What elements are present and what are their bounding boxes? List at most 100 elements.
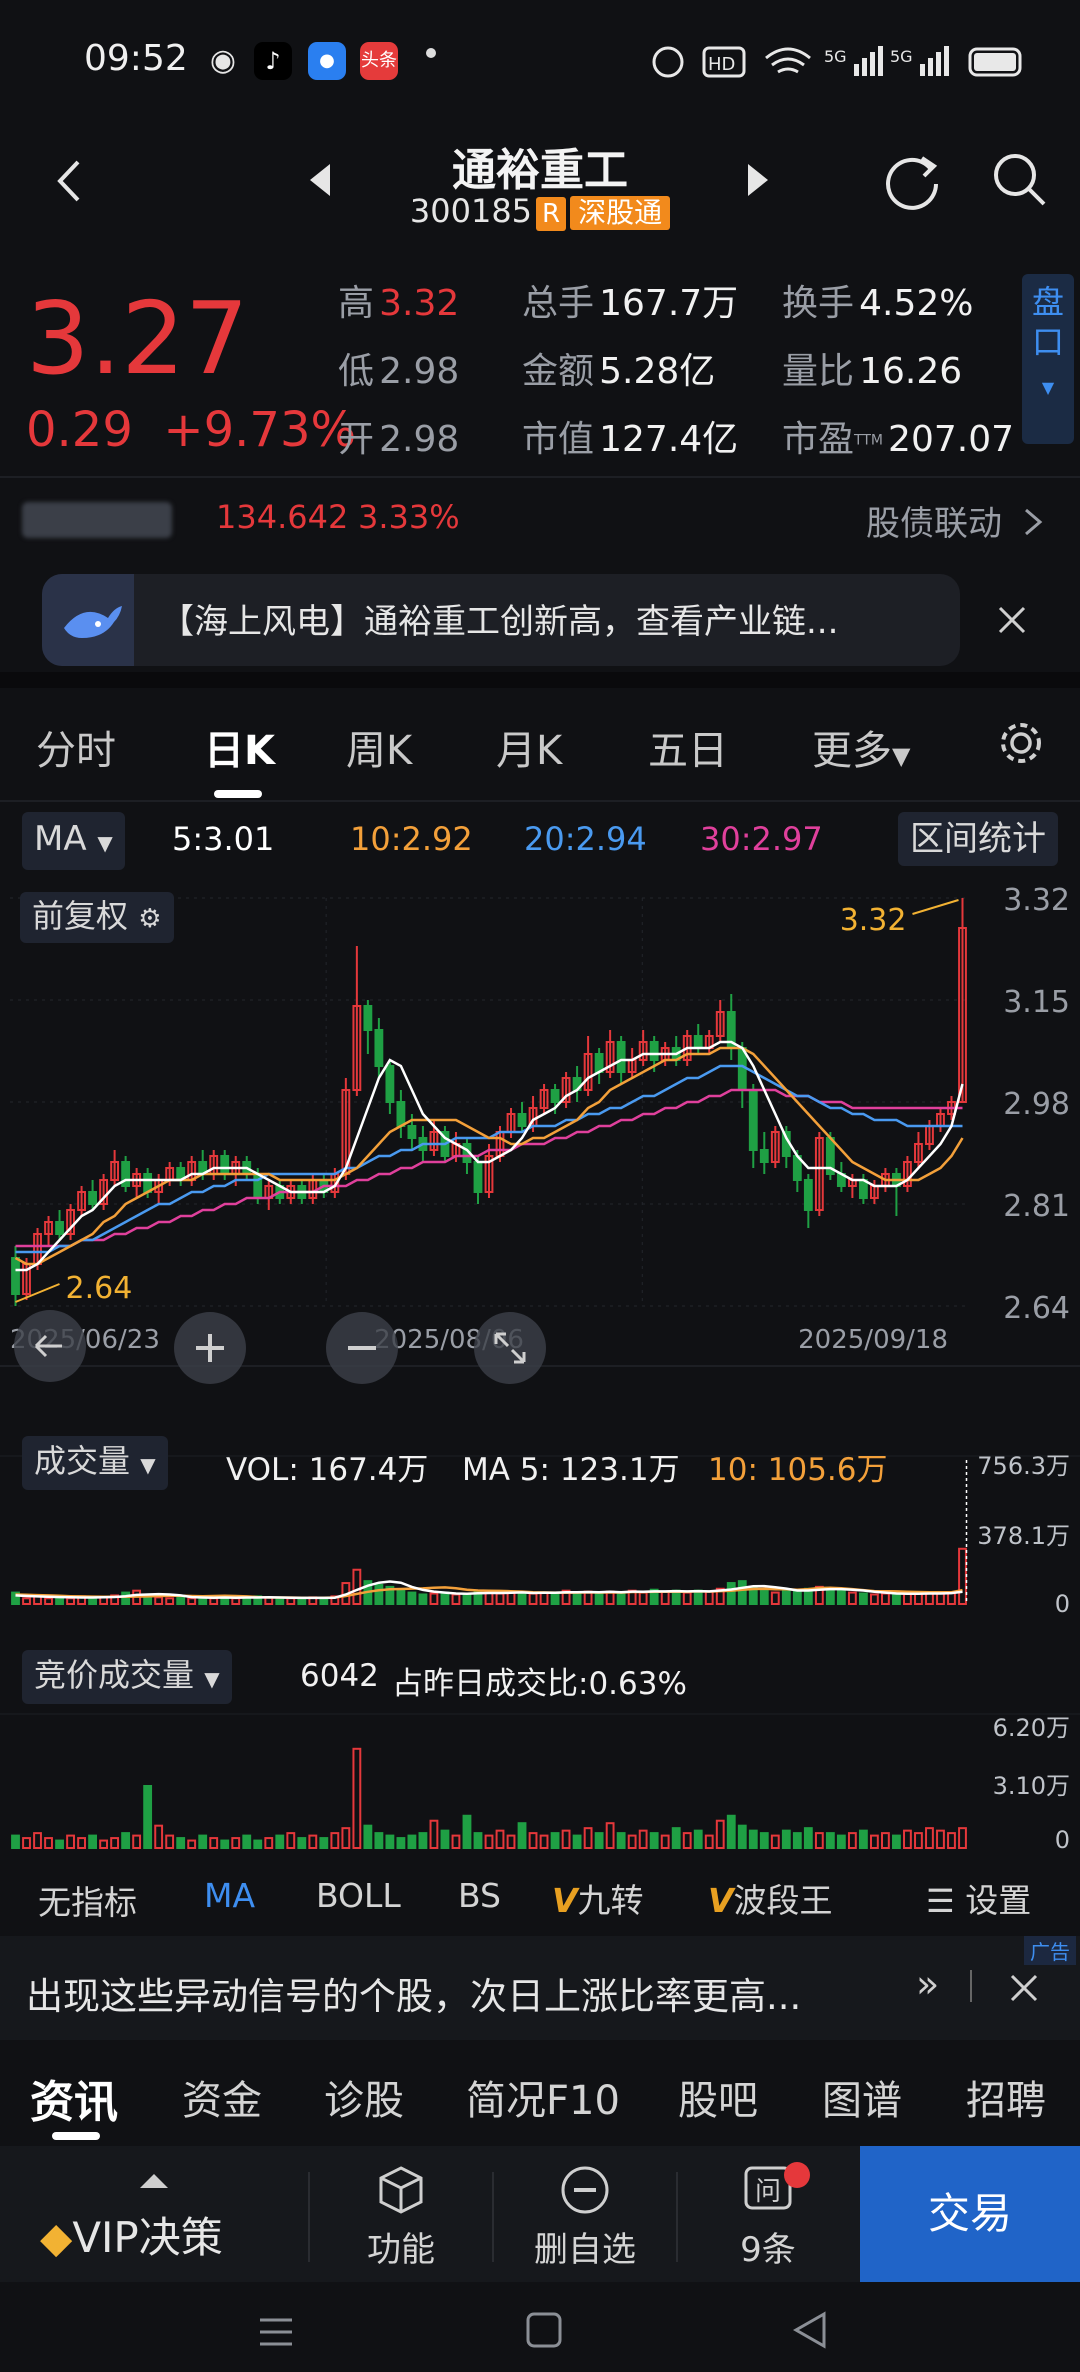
price-tick-label: 2.98 bbox=[1003, 1087, 1070, 1122]
tab-more[interactable]: 更多▼ bbox=[812, 718, 910, 776]
bond-link-row[interactable]: 134.642 3.33% 股债联动 bbox=[0, 478, 1080, 564]
gear-icon[interactable] bbox=[996, 718, 1046, 768]
indicator-none[interactable]: 无指标 bbox=[38, 1876, 137, 1924]
tab-day-k[interactable]: 日K bbox=[204, 718, 275, 776]
settings-list-icon: ☰ bbox=[926, 1882, 955, 1920]
volume-bar bbox=[429, 1592, 439, 1605]
fullscreen-button[interactable] bbox=[474, 1312, 546, 1384]
candle-down bbox=[550, 1089, 560, 1103]
menu-nav-icon[interactable] bbox=[256, 2314, 296, 2350]
chevron-down-icon: ▼ bbox=[140, 1453, 156, 1477]
trade-button[interactable]: 交易 bbox=[860, 2146, 1080, 2282]
candle-down bbox=[517, 1113, 527, 1127]
auction-bar bbox=[121, 1832, 131, 1849]
auction-ratio: 占昨日成交比:0.63% bbox=[392, 1666, 687, 1702]
volume-bar bbox=[539, 1591, 549, 1606]
home-nav-icon[interactable] bbox=[524, 2310, 564, 2350]
auction-bar bbox=[264, 1837, 274, 1850]
tab-diagnose[interactable]: 诊股 bbox=[324, 2068, 404, 2126]
auction-bar bbox=[561, 1829, 571, 1850]
toutiao-label: 头条 bbox=[361, 50, 397, 71]
volume-bar bbox=[176, 1596, 186, 1606]
volume-selector[interactable]: 成交量 ▼ bbox=[22, 1436, 168, 1490]
auction-bar bbox=[748, 1829, 758, 1850]
vratio-label: 量比 bbox=[782, 351, 855, 392]
news-banner[interactable]: 【海上风电】通裕重工创新高，查看产业链... bbox=[42, 574, 960, 666]
volume-bar bbox=[418, 1593, 428, 1606]
function-button[interactable]: 功能 bbox=[340, 2162, 462, 2271]
prev-stock-icon[interactable] bbox=[308, 162, 332, 198]
expand-icon bbox=[494, 1332, 526, 1364]
back-nav-icon[interactable] bbox=[790, 2310, 830, 2350]
zoom-out-button[interactable] bbox=[326, 1312, 398, 1384]
gear-small-icon: ⚙ bbox=[138, 904, 162, 934]
tab-news[interactable]: 资讯 bbox=[30, 2066, 118, 2130]
auction-bar bbox=[253, 1839, 263, 1849]
fuquan-button[interactable]: 前复权 ⚙ bbox=[20, 892, 174, 943]
pankou-button[interactable]: 盘口 ▼ bbox=[1022, 274, 1074, 444]
price-tick-label: 2.64 bbox=[1003, 1291, 1070, 1326]
range-stats-button[interactable]: 区间统计 bbox=[898, 812, 1058, 866]
next-stock-icon[interactable] bbox=[746, 162, 770, 198]
refresh-icon[interactable] bbox=[880, 148, 944, 212]
tab-five-day[interactable]: 五日 bbox=[648, 718, 728, 776]
remove-watchlist-button[interactable]: 删自选 bbox=[520, 2162, 650, 2271]
alarm-icon bbox=[652, 46, 684, 78]
volume-bar bbox=[517, 1591, 527, 1606]
candle-down bbox=[374, 1029, 384, 1067]
auction-tick-label: 0 bbox=[1055, 1826, 1070, 1854]
pe-item: 市盈TTM 207.07 bbox=[782, 410, 1014, 462]
indicator-ma[interactable]: MA bbox=[204, 1876, 255, 1915]
volume-bar bbox=[682, 1591, 692, 1606]
toolbar-divider bbox=[492, 2172, 494, 2262]
low-item: 低 2.98 bbox=[338, 342, 459, 394]
tab-fenshi[interactable]: 分时 bbox=[36, 718, 116, 776]
plus-icon bbox=[196, 1334, 224, 1362]
tab-month-k[interactable]: 月K bbox=[496, 718, 562, 776]
tab-funds[interactable]: 资金 bbox=[182, 2068, 262, 2126]
ad-banner[interactable]: 广告 出现这些异动信号的个股，次日上涨比率更高... » bbox=[0, 1936, 1080, 2040]
auction-selector-label: 竞价成交量 bbox=[34, 1656, 195, 1694]
indicator-boll[interactable]: BOLL bbox=[316, 1876, 401, 1915]
cube-icon bbox=[379, 2166, 423, 2214]
tab-week-k[interactable]: 周K bbox=[346, 718, 412, 776]
chevron-down-icon: ▼ bbox=[892, 742, 911, 770]
candle-down bbox=[803, 1179, 813, 1211]
minus-icon bbox=[348, 1346, 376, 1350]
vip-button[interactable]: ◆VIP决策 bbox=[40, 2204, 223, 2265]
auction-bar bbox=[892, 1834, 901, 1849]
indicator-boduanwang[interactable]: V波段王 bbox=[708, 1874, 833, 1922]
close-icon[interactable] bbox=[996, 604, 1028, 636]
news-text: 【海上风电】通裕重工创新高，查看产业链... bbox=[160, 602, 839, 642]
indicator-jiuzhuan[interactable]: V九转 bbox=[552, 1874, 644, 1922]
volume-item: 总手 167.7万 bbox=[522, 274, 738, 326]
tab-jobs[interactable]: 招聘 bbox=[966, 2068, 1046, 2126]
messages-button[interactable]: 问 9条 bbox=[706, 2162, 830, 2271]
volume-bar bbox=[286, 1597, 296, 1605]
auction-bar bbox=[627, 1834, 637, 1849]
back-icon[interactable] bbox=[54, 156, 84, 206]
tab-f10[interactable]: 简况F10 bbox=[466, 2068, 620, 2126]
ad-text: 出现这些异动信号的个股，次日上涨比率更高... bbox=[26, 1975, 802, 2018]
auction-bar bbox=[726, 1814, 736, 1850]
tab-graph[interactable]: 图谱 bbox=[822, 2068, 902, 2126]
move-left-button[interactable] bbox=[14, 1310, 86, 1382]
chevron-up-icon[interactable] bbox=[138, 2170, 170, 2190]
search-icon[interactable] bbox=[990, 150, 1050, 210]
volume-bar bbox=[154, 1596, 164, 1606]
stock-code: 300185 bbox=[409, 192, 533, 230]
ma-selector[interactable]: MA ▼ bbox=[22, 812, 125, 870]
indicator-settings[interactable]: ☰ 设置 bbox=[926, 1874, 1031, 1922]
indicator-bs[interactable]: BS bbox=[458, 1876, 501, 1915]
auction-bar bbox=[869, 1834, 879, 1849]
auction-bar bbox=[495, 1829, 505, 1850]
tab-forum[interactable]: 股吧 bbox=[678, 2068, 758, 2126]
zoom-in-button[interactable] bbox=[174, 1312, 246, 1384]
auction-selector[interactable]: 竞价成交量 ▼ bbox=[22, 1650, 232, 1704]
close-ad-icon[interactable] bbox=[1008, 1972, 1040, 2004]
indicator-settings-label: 设置 bbox=[965, 1881, 1032, 1920]
date-tick-label: 2025/09/18 bbox=[798, 1325, 948, 1355]
high-item: 高 3.32 bbox=[338, 274, 459, 326]
bottom-toolbar: ◆VIP决策 功能 删自选 问 9条 交易 bbox=[0, 2146, 1080, 2282]
volume-bar bbox=[836, 1589, 846, 1605]
